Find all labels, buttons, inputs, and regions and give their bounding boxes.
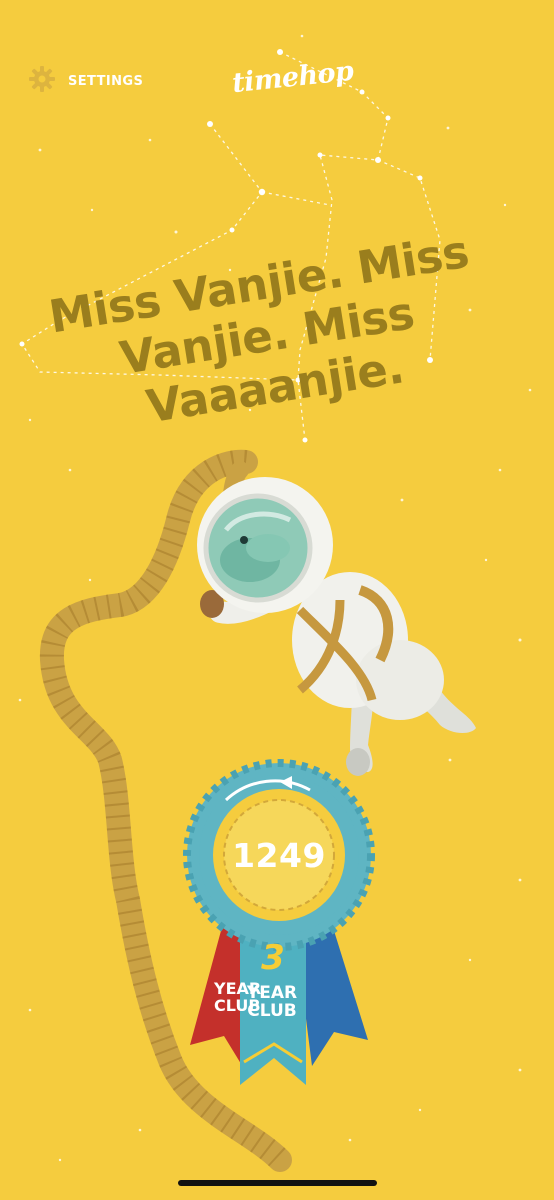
settings-label[interactable]: SETTINGS [68, 74, 143, 89]
timehop-screen: SETTINGS timehop Miss Vanjie. Miss Vanji… [0, 0, 554, 1200]
red-ribbon-line2: CLUB [214, 996, 261, 1015]
streak-count: 1249 [232, 836, 326, 875]
red-ribbon-label: YEAR CLUB [214, 980, 261, 1014]
red-ribbon-line1: YEAR [214, 979, 262, 998]
home-indicator[interactable] [178, 1180, 377, 1186]
astronaut-illustration [197, 477, 476, 776]
settings-button[interactable]: SETTINGS [28, 65, 143, 97]
badge-years-number: 3 [261, 938, 285, 978]
timehop-logo: timehop [222, 56, 355, 106]
top-bar: SETTINGS [28, 64, 143, 98]
gear-icon[interactable] [28, 65, 56, 97]
